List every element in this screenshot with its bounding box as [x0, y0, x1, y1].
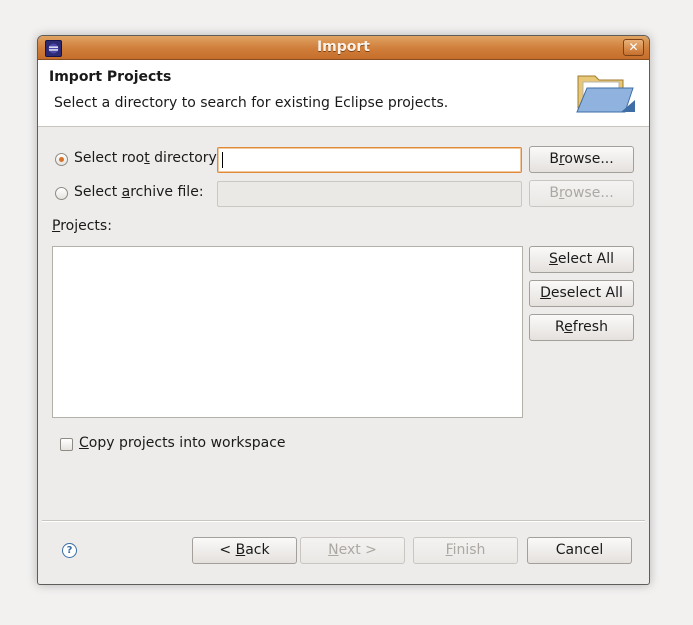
text-caret — [222, 152, 223, 168]
import-dialog: Import ✕ Import Projects Select a direct… — [37, 35, 650, 585]
projects-list[interactable] — [52, 246, 523, 418]
wizard-header: Import Projects Select a directory to se… — [38, 60, 649, 127]
page-description: Select a directory to search for existin… — [54, 95, 449, 111]
copy-projects-label[interactable]: Copy projects into workspace — [79, 435, 286, 451]
archive-file-input[interactable] — [217, 181, 522, 207]
archive-file-radio[interactable] — [55, 187, 68, 200]
cancel-button[interactable]: Cancel — [527, 537, 632, 564]
root-directory-input[interactable] — [217, 147, 522, 173]
deselect-all-button[interactable]: Deselect All — [529, 280, 634, 307]
select-all-button[interactable]: Select All — [529, 246, 634, 273]
browse-archive-button[interactable]: Browse... — [529, 180, 634, 207]
archive-file-label[interactable]: Select archive file: — [74, 184, 204, 200]
footer-separator — [42, 520, 645, 522]
root-directory-label[interactable]: Select root directory: — [74, 150, 221, 166]
projects-label: Projects: — [52, 218, 112, 234]
desktop-background: Import ✕ Import Projects Select a direct… — [0, 0, 693, 625]
title-bar[interactable]: Import ✕ — [38, 36, 649, 60]
radio-selected-dot — [59, 157, 64, 162]
open-folder-icon — [575, 68, 637, 122]
help-icon[interactable]: ? — [62, 543, 77, 558]
window-title: Import — [316, 39, 371, 55]
close-icon: ✕ — [628, 40, 639, 54]
browse-root-button[interactable]: Browse... — [529, 146, 634, 173]
close-window-button[interactable]: ✕ — [623, 39, 644, 56]
back-button[interactable]: < Back — [192, 537, 297, 564]
refresh-button[interactable]: Refresh — [529, 314, 634, 341]
root-directory-radio[interactable] — [55, 153, 68, 166]
page-title: Import Projects — [49, 69, 172, 85]
finish-button[interactable]: Finish — [413, 537, 518, 564]
copy-projects-checkbox[interactable] — [60, 438, 73, 451]
next-button[interactable]: Next > — [300, 537, 405, 564]
